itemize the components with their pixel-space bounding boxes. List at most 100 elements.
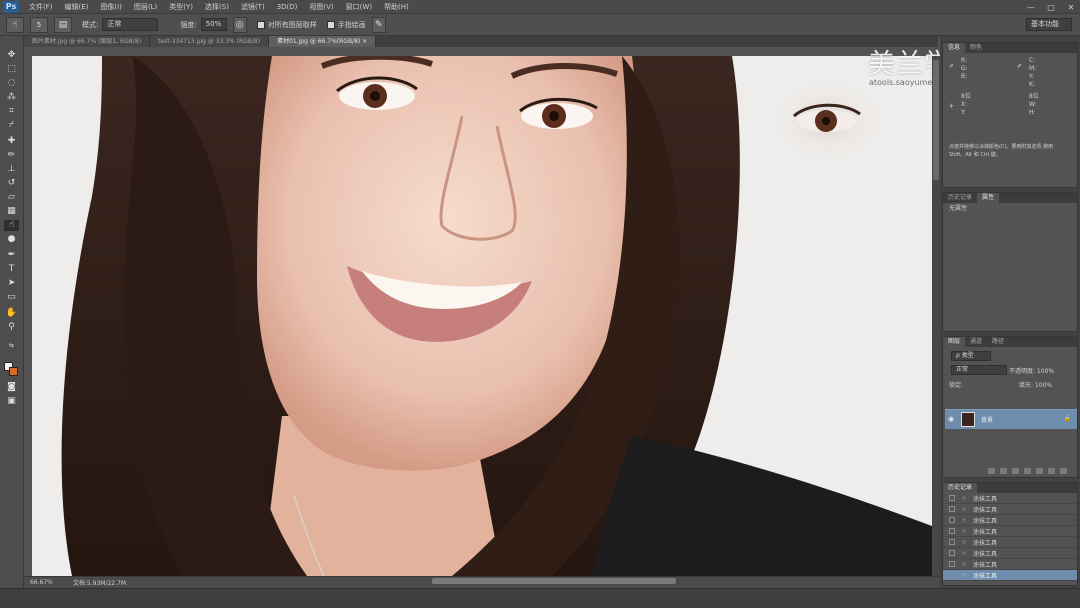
workspace-select[interactable]: 基本功能 [1026, 18, 1072, 31]
doc-tab-3[interactable]: 素材01.jpg @ 66.7%(RGB/8) × [269, 36, 377, 47]
document-size: 文档:5.93M/22.7M [72, 580, 127, 587]
pen-tool-icon[interactable]: ✒ [4, 250, 19, 261]
gradient-tool-icon[interactable]: ▦ [4, 206, 19, 217]
history-step[interactable]: ☝ 涂抹工具 [943, 504, 1077, 515]
delete-layer-icon[interactable] [1060, 468, 1067, 474]
mode-label: 模式: [82, 20, 99, 29]
horizontal-scroll-thumb[interactable] [432, 578, 676, 584]
layer-kind-value: ρ 类型 [956, 352, 974, 359]
eraser-tool-icon[interactable]: ▱ [4, 192, 19, 203]
menu-3d[interactable]: 3D(D) [271, 3, 304, 11]
vertical-scroll-thumb[interactable] [933, 60, 939, 180]
quick-mask-icon[interactable]: ◙ [4, 382, 19, 393]
history-step[interactable]: ☝ 涂抹工具 [943, 537, 1077, 548]
history-check[interactable] [949, 495, 955, 501]
history-brush-tool-icon[interactable]: ↺ [4, 178, 19, 189]
menu-layer[interactable]: 图层(L) [128, 2, 163, 12]
new-group-icon[interactable] [1036, 468, 1043, 474]
sample-all-layers-checkbox[interactable] [256, 20, 265, 29]
shape-tool-icon[interactable]: ▭ [4, 292, 19, 303]
tab-channels[interactable]: 通道 [965, 337, 987, 347]
history-check[interactable] [949, 528, 955, 534]
menu-image[interactable]: 图像(I) [94, 2, 128, 12]
layer-opacity[interactable]: 不透明度: 100% [1009, 366, 1054, 375]
path-select-tool-icon[interactable]: ➤ [4, 278, 19, 289]
menu-window[interactable]: 窗口(W) [340, 2, 378, 12]
layer-mask-icon[interactable] [1012, 468, 1019, 474]
history-step[interactable]: ☝ 涂抹工具 [943, 548, 1077, 559]
healing-brush-tool-icon[interactable]: ✚ [4, 136, 19, 147]
layer-visibility-eye-icon[interactable]: ◉ [948, 415, 954, 423]
layer-style-icon[interactable] [1000, 468, 1007, 474]
tab-info[interactable]: 信息 [943, 43, 966, 53]
dodge-tool-icon[interactable]: ● [4, 234, 19, 245]
brush-panel-toggle-icon[interactable]: ▤ [54, 16, 72, 33]
tab-layers[interactable]: 图层 [943, 337, 966, 347]
history-step[interactable]: ☝ 涂抹工具 [943, 515, 1077, 526]
finger-painting-checkbox[interactable] [326, 20, 335, 29]
layer-blend-mode[interactable]: 正常 [951, 365, 1007, 375]
menu-edit[interactable]: 编辑(E) [59, 2, 95, 12]
hand-tool-icon[interactable]: ✋ [4, 308, 19, 319]
close-button[interactable]: ✕ [1066, 3, 1076, 12]
history-check[interactable] [949, 561, 955, 567]
window-controls: — □ ✕ [1026, 0, 1076, 14]
tab-paths[interactable]: 路径 [987, 337, 1009, 347]
history-step-selected[interactable]: ☝ 涂抹工具 [943, 570, 1077, 581]
screen-mode-icon[interactable]: ▣ [4, 396, 19, 407]
history-step[interactable]: ☝ 涂抹工具 [943, 526, 1077, 537]
maximize-button[interactable]: □ [1046, 3, 1056, 12]
layer-row-background[interactable]: ◉ 背景 🔒 [945, 409, 1077, 429]
tab-history[interactable]: 历史记录 [943, 193, 977, 203]
marquee-tool-icon[interactable]: ⬚ [4, 64, 19, 75]
history-step[interactable]: ☝ 涂抹工具 [943, 493, 1077, 504]
history-check[interactable] [949, 506, 955, 512]
zoom-level[interactable]: 66.67% [30, 579, 53, 586]
adjustment-layer-icon[interactable] [1024, 468, 1031, 474]
tab-properties[interactable]: 属性 [977, 193, 1000, 203]
link-layers-icon[interactable] [988, 468, 995, 474]
smudge-step-icon: ☝ [962, 538, 966, 546]
history-check[interactable] [949, 572, 955, 578]
doc-tab-2[interactable]: test-334713.jpg @ 33.3% (RGB/8) [150, 36, 270, 47]
layer-kind-filter[interactable]: ρ 类型 [951, 351, 991, 361]
pressure-strength-icon[interactable]: ◎ [232, 16, 247, 33]
history-check[interactable] [949, 550, 955, 556]
menu-view[interactable]: 视图(V) [303, 2, 339, 12]
zoom-tool-icon[interactable]: ⚲ [4, 322, 19, 333]
minimize-button[interactable]: — [1026, 3, 1036, 12]
brush-tool-icon[interactable]: ✏ [4, 150, 19, 161]
info-panel: 信息 颜色 R: G: B: ✐ C: M: Y: K: ✐ 8位 8位 X: … [942, 42, 1078, 188]
background-color-swatch[interactable] [9, 367, 18, 376]
menu-file[interactable]: 文件(F) [23, 2, 59, 12]
mode-select[interactable]: 正常 [102, 18, 159, 31]
history-check[interactable] [949, 517, 955, 523]
history-step[interactable]: ☝ 涂抹工具 [943, 559, 1077, 570]
tab-color[interactable]: 颜色 [965, 43, 987, 53]
brush-size-picker[interactable]: 5 [30, 16, 48, 33]
lasso-tool-icon[interactable]: ◌ [4, 78, 19, 89]
pressure-size-icon[interactable]: ✎ [371, 16, 386, 33]
document-canvas[interactable] [32, 56, 932, 576]
menu-help[interactable]: 帮助(H) [378, 2, 415, 12]
layer-fill[interactable]: 填充: 100% [1019, 380, 1052, 389]
info-w: W: [1029, 101, 1037, 108]
properties-panel: 历史记录 属性 无属性 [942, 192, 1078, 332]
new-layer-icon[interactable] [1048, 468, 1055, 474]
crop-tool-icon[interactable]: ⌗ [4, 106, 19, 117]
menu-type[interactable]: 类型(Y) [163, 2, 199, 12]
strength-input[interactable]: 50% [200, 18, 227, 31]
history-check[interactable] [949, 539, 955, 545]
type-tool-icon[interactable]: T [4, 264, 19, 275]
smudge-tool-preset-icon[interactable]: ☝ [6, 16, 24, 33]
smudge-tool-icon[interactable]: ☝ [4, 220, 19, 231]
eyedropper-tool-icon[interactable]: ⌿ [4, 120, 19, 131]
move-tool-icon[interactable]: ✥ [4, 50, 19, 61]
doc-tab-1[interactable]: 图片素材.jpg @ 66.7% (图层1, RGB/8) [24, 36, 151, 47]
tab-history-list[interactable]: 历史记录 [943, 483, 978, 493]
menu-select[interactable]: 选择(S) [199, 2, 235, 12]
menu-filter[interactable]: 滤镜(T) [235, 2, 271, 12]
clone-stamp-tool-icon[interactable]: ⊥ [4, 164, 19, 175]
quick-select-tool-icon[interactable]: ⁂ [4, 92, 19, 103]
swap-colors-icon[interactable]: ⇆ [4, 340, 19, 351]
